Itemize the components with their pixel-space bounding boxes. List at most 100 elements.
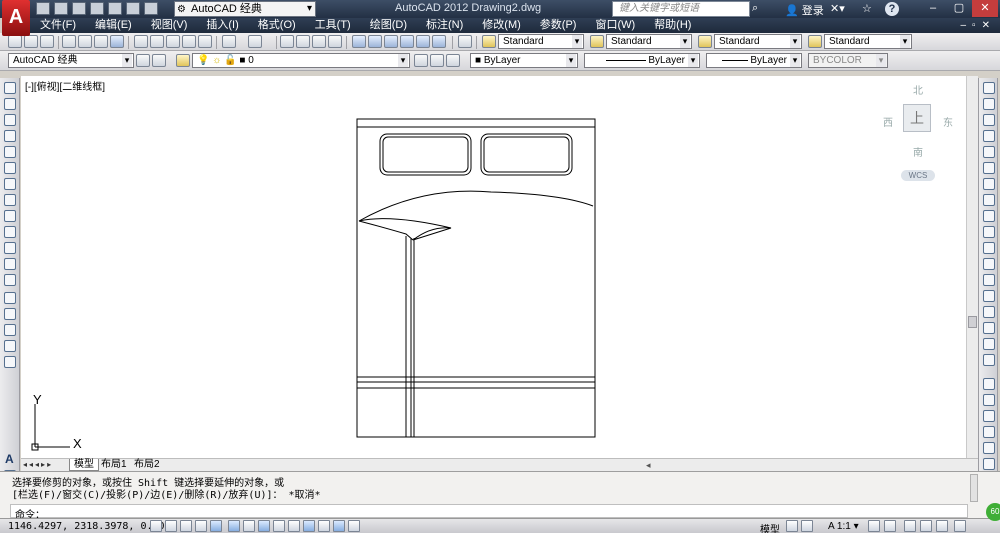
text-style-select[interactable]: Standard [498, 34, 584, 49]
revision-cloud-icon[interactable] [4, 194, 16, 206]
snap-settings-icon[interactable] [983, 458, 995, 470]
exchange-icon[interactable]: ✕▾ [830, 2, 845, 15]
menu-view[interactable]: 视图(V) [151, 18, 188, 33]
application-menu-button[interactable]: A [2, 0, 30, 36]
publish-icon[interactable] [94, 35, 108, 48]
arc-icon[interactable] [4, 162, 16, 174]
tab-navigation-arrows[interactable]: ◂◂◂▸▸ [23, 459, 53, 471]
workspace-settings-icon[interactable] [136, 54, 150, 67]
make-current-layer-icon[interactable] [414, 54, 428, 67]
table-style-select[interactable]: Standard [714, 34, 802, 49]
menu-draw[interactable]: 绘图(D) [370, 18, 407, 33]
login-button[interactable]: 👤 登录 [785, 2, 824, 18]
sheet-set-icon[interactable] [400, 35, 414, 48]
undo-icon[interactable] [126, 2, 140, 15]
help-button[interactable]: ? [885, 2, 899, 16]
selection-cycling-icon[interactable] [348, 520, 360, 532]
fillet-icon[interactable] [983, 322, 995, 334]
stretch-icon[interactable] [983, 210, 995, 222]
annotation-scale[interactable]: A 1:1 ▾ [828, 521, 859, 532]
polygon-icon[interactable] [4, 130, 16, 142]
hatch-icon[interactable] [4, 308, 16, 320]
zoom-previous-icon[interactable] [328, 35, 342, 48]
3d-dwf-icon[interactable] [110, 35, 124, 48]
match-properties-icon[interactable] [182, 35, 196, 48]
workspace-switching-icon[interactable] [904, 520, 916, 532]
command-scrollbar[interactable] [970, 474, 978, 502]
ellipse-icon[interactable] [4, 226, 16, 238]
rectangle-icon[interactable] [4, 146, 16, 158]
snap-mode-icon[interactable] [165, 520, 177, 532]
tab-layout1[interactable]: 布局1 [98, 459, 130, 471]
help-icon[interactable] [458, 35, 472, 48]
quick-view-layouts-icon[interactable] [786, 520, 798, 532]
viewcube-south[interactable]: 南 [913, 144, 923, 159]
snap-intersection-icon[interactable] [983, 426, 995, 438]
insert-block-icon[interactable] [4, 258, 16, 270]
circle-icon[interactable] [4, 178, 16, 190]
vertical-scrollbar[interactable] [966, 76, 978, 458]
annotation-visibility-icon[interactable] [868, 520, 880, 532]
plotstyle-select[interactable]: BYCOLOR [808, 53, 888, 68]
rotate-icon[interactable] [983, 178, 995, 190]
grid-icon[interactable] [180, 520, 192, 532]
array-icon[interactable] [983, 146, 995, 158]
pan-icon[interactable] [280, 35, 294, 48]
viewcube-top-face[interactable]: 上 [903, 104, 931, 132]
block-editor-icon[interactable] [198, 35, 212, 48]
tab-model[interactable]: 模型 [69, 459, 99, 471]
workspace-switch[interactable]: ⚙ AutoCAD 经典 [174, 1, 316, 17]
break-icon[interactable] [983, 274, 995, 286]
wcs-menu[interactable]: WCS [901, 170, 935, 181]
auto-scale-icon[interactable] [884, 520, 896, 532]
binoculars-icon[interactable]: ⌕ [752, 2, 766, 16]
explode-icon[interactable] [983, 354, 995, 366]
multileader-style-icon[interactable] [808, 35, 822, 48]
menu-parametric[interactable]: 参数(P) [540, 18, 577, 33]
offset-icon[interactable] [983, 130, 995, 142]
qnew-icon[interactable] [8, 35, 22, 48]
command-input[interactable]: 命令： [10, 504, 968, 521]
menu-format[interactable]: 格式(O) [258, 18, 296, 33]
drawing-canvas[interactable]: [-][俯视][二维线框] 北 西 东 南 上 WCS Y X [21, 76, 978, 458]
open-icon[interactable] [24, 35, 38, 48]
menu-modify[interactable]: 修改(M) [482, 18, 521, 33]
dynamic-input-icon[interactable] [288, 520, 300, 532]
layer-select[interactable]: 💡 ☼ 🔓 ■ 0 [192, 53, 410, 68]
menu-dimension[interactable]: 标注(N) [426, 18, 463, 33]
menu-window[interactable]: 窗口(W) [595, 18, 635, 33]
object-snap-icon[interactable] [983, 378, 995, 390]
quick-properties-icon[interactable] [333, 520, 345, 532]
line-icon[interactable] [4, 82, 16, 94]
layer-previous-icon[interactable] [430, 54, 444, 67]
model-space-toggle[interactable]: 模型 [760, 521, 780, 533]
lineweight-icon[interactable] [303, 520, 315, 532]
redo-icon[interactable] [144, 2, 158, 15]
multiline-text-icon[interactable]: A [5, 452, 14, 466]
layer-states-icon[interactable] [446, 54, 460, 67]
make-block-icon[interactable] [4, 274, 16, 286]
menu-edit[interactable]: 编辑(E) [95, 18, 132, 33]
save-as-icon[interactable] [90, 2, 104, 15]
object-snap-tracking-icon[interactable] [258, 520, 270, 532]
viewcube[interactable]: 北 西 东 南 上 WCS [879, 80, 969, 181]
erase-icon[interactable] [983, 82, 995, 94]
paste-icon[interactable] [166, 35, 180, 48]
viewcube-north[interactable]: 北 [913, 82, 923, 97]
region-icon[interactable] [4, 340, 16, 352]
minimize-button[interactable]: – [920, 0, 946, 17]
workspace-save-icon[interactable] [152, 54, 166, 67]
plot-preview-icon[interactable] [78, 35, 92, 48]
copy-icon[interactable] [150, 35, 164, 48]
isolate-objects-icon[interactable] [954, 520, 966, 532]
polyline-icon[interactable] [4, 114, 16, 126]
menu-help[interactable]: 帮助(H) [654, 18, 691, 33]
transparency-icon[interactable] [318, 520, 330, 532]
close-button[interactable]: ✕ [972, 0, 998, 17]
construction-line-icon[interactable] [4, 98, 16, 110]
multileader-style-select[interactable]: Standard [824, 34, 912, 49]
design-center-icon[interactable] [368, 35, 382, 48]
zoom-realtime-icon[interactable] [296, 35, 310, 48]
workspace-select[interactable]: AutoCAD 经典 [8, 53, 134, 68]
new-icon[interactable] [36, 2, 50, 15]
